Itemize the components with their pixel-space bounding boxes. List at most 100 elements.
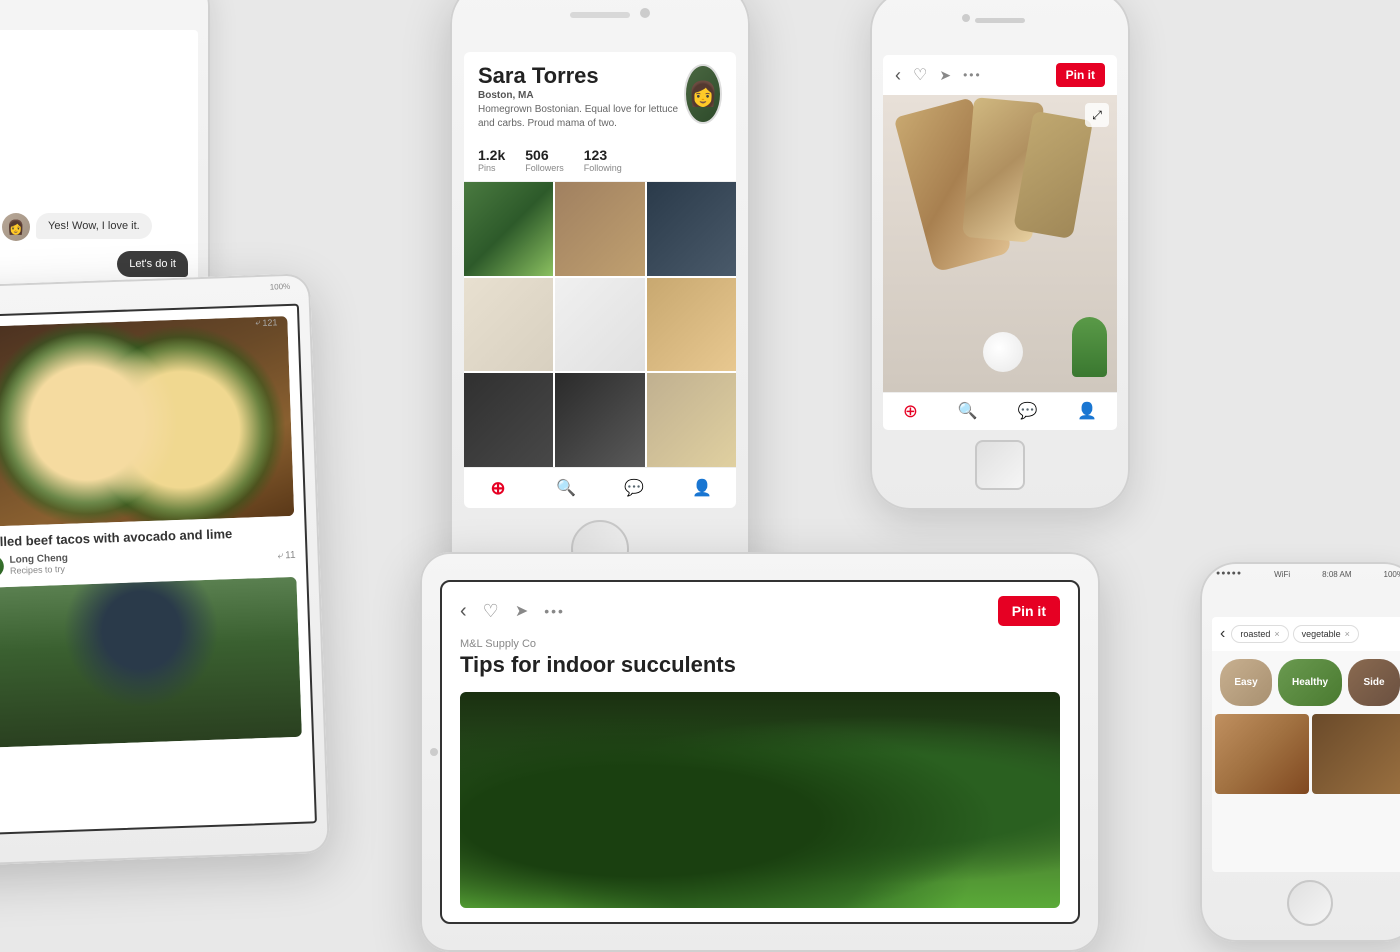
share-icon[interactable]: ➤ bbox=[939, 67, 951, 84]
succulent-visual bbox=[460, 692, 1060, 908]
top-saves: ⤶ 121 bbox=[255, 316, 277, 328]
cutting-board-image bbox=[883, 95, 1117, 392]
ipad-bottom-meta: M&L Supply Co Tips for indoor succulents bbox=[460, 638, 1060, 678]
tag-text-roasted: roasted bbox=[1240, 629, 1270, 639]
easy-chip[interactable]: Easy bbox=[1220, 659, 1272, 706]
pins-count: 1.2k bbox=[478, 147, 505, 163]
pin-it-label: Pin it bbox=[1066, 68, 1095, 82]
grid-cell-6[interactable] bbox=[647, 278, 736, 372]
pin-card-person[interactable] bbox=[0, 576, 313, 766]
chat-tab-icon[interactable]: 💬 bbox=[1017, 401, 1037, 422]
ipad-bottom-device: ‹ ♡ ➤ ••• Pin it M&L Supply Co Tips for … bbox=[420, 552, 1100, 952]
ipad-bottom-screen-container: ‹ ♡ ➤ ••• Pin it M&L Supply Co Tips for … bbox=[440, 580, 1080, 924]
search-icon: 🔍 bbox=[556, 478, 576, 498]
result-card-1[interactable] bbox=[1215, 714, 1309, 794]
profile-avatar[interactable]: 👩 bbox=[684, 64, 722, 124]
like-icon[interactable]: ♡ bbox=[483, 601, 499, 622]
signal-icon: ●●●●● bbox=[1216, 570, 1242, 579]
grid-cell-7[interactable] bbox=[464, 373, 553, 467]
avatar-image: 👩 bbox=[2, 213, 30, 241]
more-icon[interactable]: ••• bbox=[544, 603, 565, 619]
taco-visual bbox=[0, 316, 294, 527]
search-tag-vegetable[interactable]: vegetable × bbox=[1293, 625, 1359, 643]
remove-tag-vegetable[interactable]: × bbox=[1345, 629, 1350, 639]
following-stat: 123 Following bbox=[584, 147, 622, 173]
search-header: ‹ roasted × vegetable × bbox=[1212, 617, 1400, 651]
save-icon: ⤶ bbox=[277, 551, 283, 562]
grid-cell-8[interactable] bbox=[555, 373, 644, 467]
back-icon[interactable]: ‹ bbox=[895, 65, 901, 86]
search-tags: roasted × vegetable × bbox=[1231, 625, 1359, 643]
received-message-row: 👩 Yes! Wow, I love it. bbox=[2, 213, 188, 241]
pin-image-area: ⤢ bbox=[883, 95, 1117, 392]
search-screen: ‹ roasted × vegetable × Easy bbox=[1212, 617, 1400, 872]
ipad-bottom-toolbar-left: ‹ ♡ ➤ ••• bbox=[460, 600, 565, 623]
speaker-grill bbox=[570, 12, 630, 18]
iphone-search-device: ●●●●● WiFi 8:08 AM 100% ‹ roasted × vege… bbox=[1200, 562, 1400, 942]
save-number: 11 bbox=[285, 550, 296, 561]
grid-cell-3[interactable] bbox=[647, 182, 736, 276]
expand-icon[interactable]: ⤢ bbox=[1085, 103, 1109, 127]
grid-cell-1[interactable] bbox=[464, 182, 553, 276]
result-card-2[interactable] bbox=[1312, 714, 1400, 794]
profile-header: Sara Torres Boston, MA Homegrown Bostoni… bbox=[464, 52, 736, 139]
user-avatar bbox=[0, 555, 4, 578]
received-bubble: Yes! Wow, I love it. bbox=[36, 213, 152, 239]
home-button[interactable] bbox=[1287, 880, 1333, 926]
pin-it-button[interactable]: Pin it bbox=[1056, 63, 1105, 87]
remove-tag-roasted[interactable]: × bbox=[1274, 629, 1279, 639]
pin-tabbar: ⊕ 🔍 💬 👤 bbox=[883, 392, 1117, 430]
like-icon[interactable]: ♡ bbox=[913, 65, 927, 85]
battery-text: 100% bbox=[270, 282, 291, 292]
user-info: Long Cheng Recipes to try bbox=[9, 553, 68, 576]
ipad-left-device: 100% Grilled beef tacos with avocado and… bbox=[0, 273, 330, 867]
home-button[interactable] bbox=[975, 440, 1025, 490]
board-name: Recipes to try bbox=[10, 564, 69, 576]
side-chip[interactable]: Side bbox=[1348, 659, 1400, 706]
grid-cell-4[interactable] bbox=[464, 278, 553, 372]
grid-cell-5[interactable] bbox=[555, 278, 644, 372]
grid-cell-9[interactable] bbox=[647, 373, 736, 467]
ipad-bottom-screen: ‹ ♡ ➤ ••• Pin it M&L Supply Co Tips for … bbox=[442, 582, 1078, 922]
iphone-profile-device: Sara Torres Boston, MA Homegrown Bostoni… bbox=[450, 0, 750, 600]
tag-text-vegetable: vegetable bbox=[1302, 629, 1341, 639]
source-label: M&L Supply Co bbox=[460, 638, 1060, 650]
profile-stats: 1.2k Pins 506 Followers 123 Following bbox=[464, 139, 736, 182]
speaker-grill bbox=[975, 18, 1025, 23]
back-button[interactable]: ‹ bbox=[1220, 625, 1225, 643]
more-icon[interactable]: ••• bbox=[963, 68, 982, 82]
grid-cell-2[interactable] bbox=[555, 182, 644, 276]
search-results-grid bbox=[1212, 714, 1400, 872]
chat-icon: 💬 bbox=[624, 478, 644, 498]
profile-screen: Sara Torres Boston, MA Homegrown Bostoni… bbox=[464, 52, 736, 508]
person-image bbox=[0, 577, 302, 748]
healthy-chip[interactable]: Healthy bbox=[1278, 659, 1342, 706]
pin-detail-screen: ‹ ♡ ➤ ••• Pin it ⤢ bbox=[883, 55, 1117, 430]
profile-bio: Homegrown Bostonian. Equal love for lett… bbox=[478, 103, 684, 131]
back-icon[interactable]: ‹ bbox=[460, 600, 467, 623]
followers-stat: 506 Followers bbox=[525, 147, 564, 173]
ipad-left-screen: Grilled beef tacos with avocado and lime… bbox=[0, 304, 317, 835]
profile-tab[interactable]: 👤 bbox=[690, 476, 714, 500]
share-icon[interactable]: ➤ bbox=[515, 601, 528, 621]
status-bar: ●●●●● WiFi 8:08 AM 100% bbox=[1200, 570, 1400, 579]
search-tab-icon[interactable]: 🔍 bbox=[958, 401, 978, 422]
healthy-label: Healthy bbox=[1292, 677, 1328, 688]
profile-tab-icon[interactable]: 👤 bbox=[1077, 401, 1097, 422]
search-tab[interactable]: 🔍 bbox=[554, 476, 578, 500]
profile-icon: 👤 bbox=[692, 478, 712, 498]
sent-message-text: Let's do it bbox=[129, 258, 176, 270]
search-tag-roasted[interactable]: roasted × bbox=[1231, 625, 1288, 643]
home-tab[interactable]: ⊕ bbox=[486, 476, 510, 500]
pin-it-label: Pin it bbox=[1012, 603, 1046, 619]
messages-tab[interactable]: 💬 bbox=[622, 476, 646, 500]
pin-it-button[interactable]: Pin it bbox=[998, 596, 1060, 626]
pin-card-tacos[interactable]: Grilled beef tacos with avocado and lime… bbox=[0, 306, 306, 588]
following-label: Following bbox=[584, 163, 622, 173]
save-count: ⤶ 11 bbox=[277, 550, 295, 562]
side-camera bbox=[430, 748, 438, 756]
sender-avatar: 👩 bbox=[2, 213, 30, 241]
succulent-image bbox=[460, 692, 1060, 908]
pinterest-tab-icon[interactable]: ⊕ bbox=[903, 401, 918, 422]
followers-label: Followers bbox=[525, 163, 564, 173]
